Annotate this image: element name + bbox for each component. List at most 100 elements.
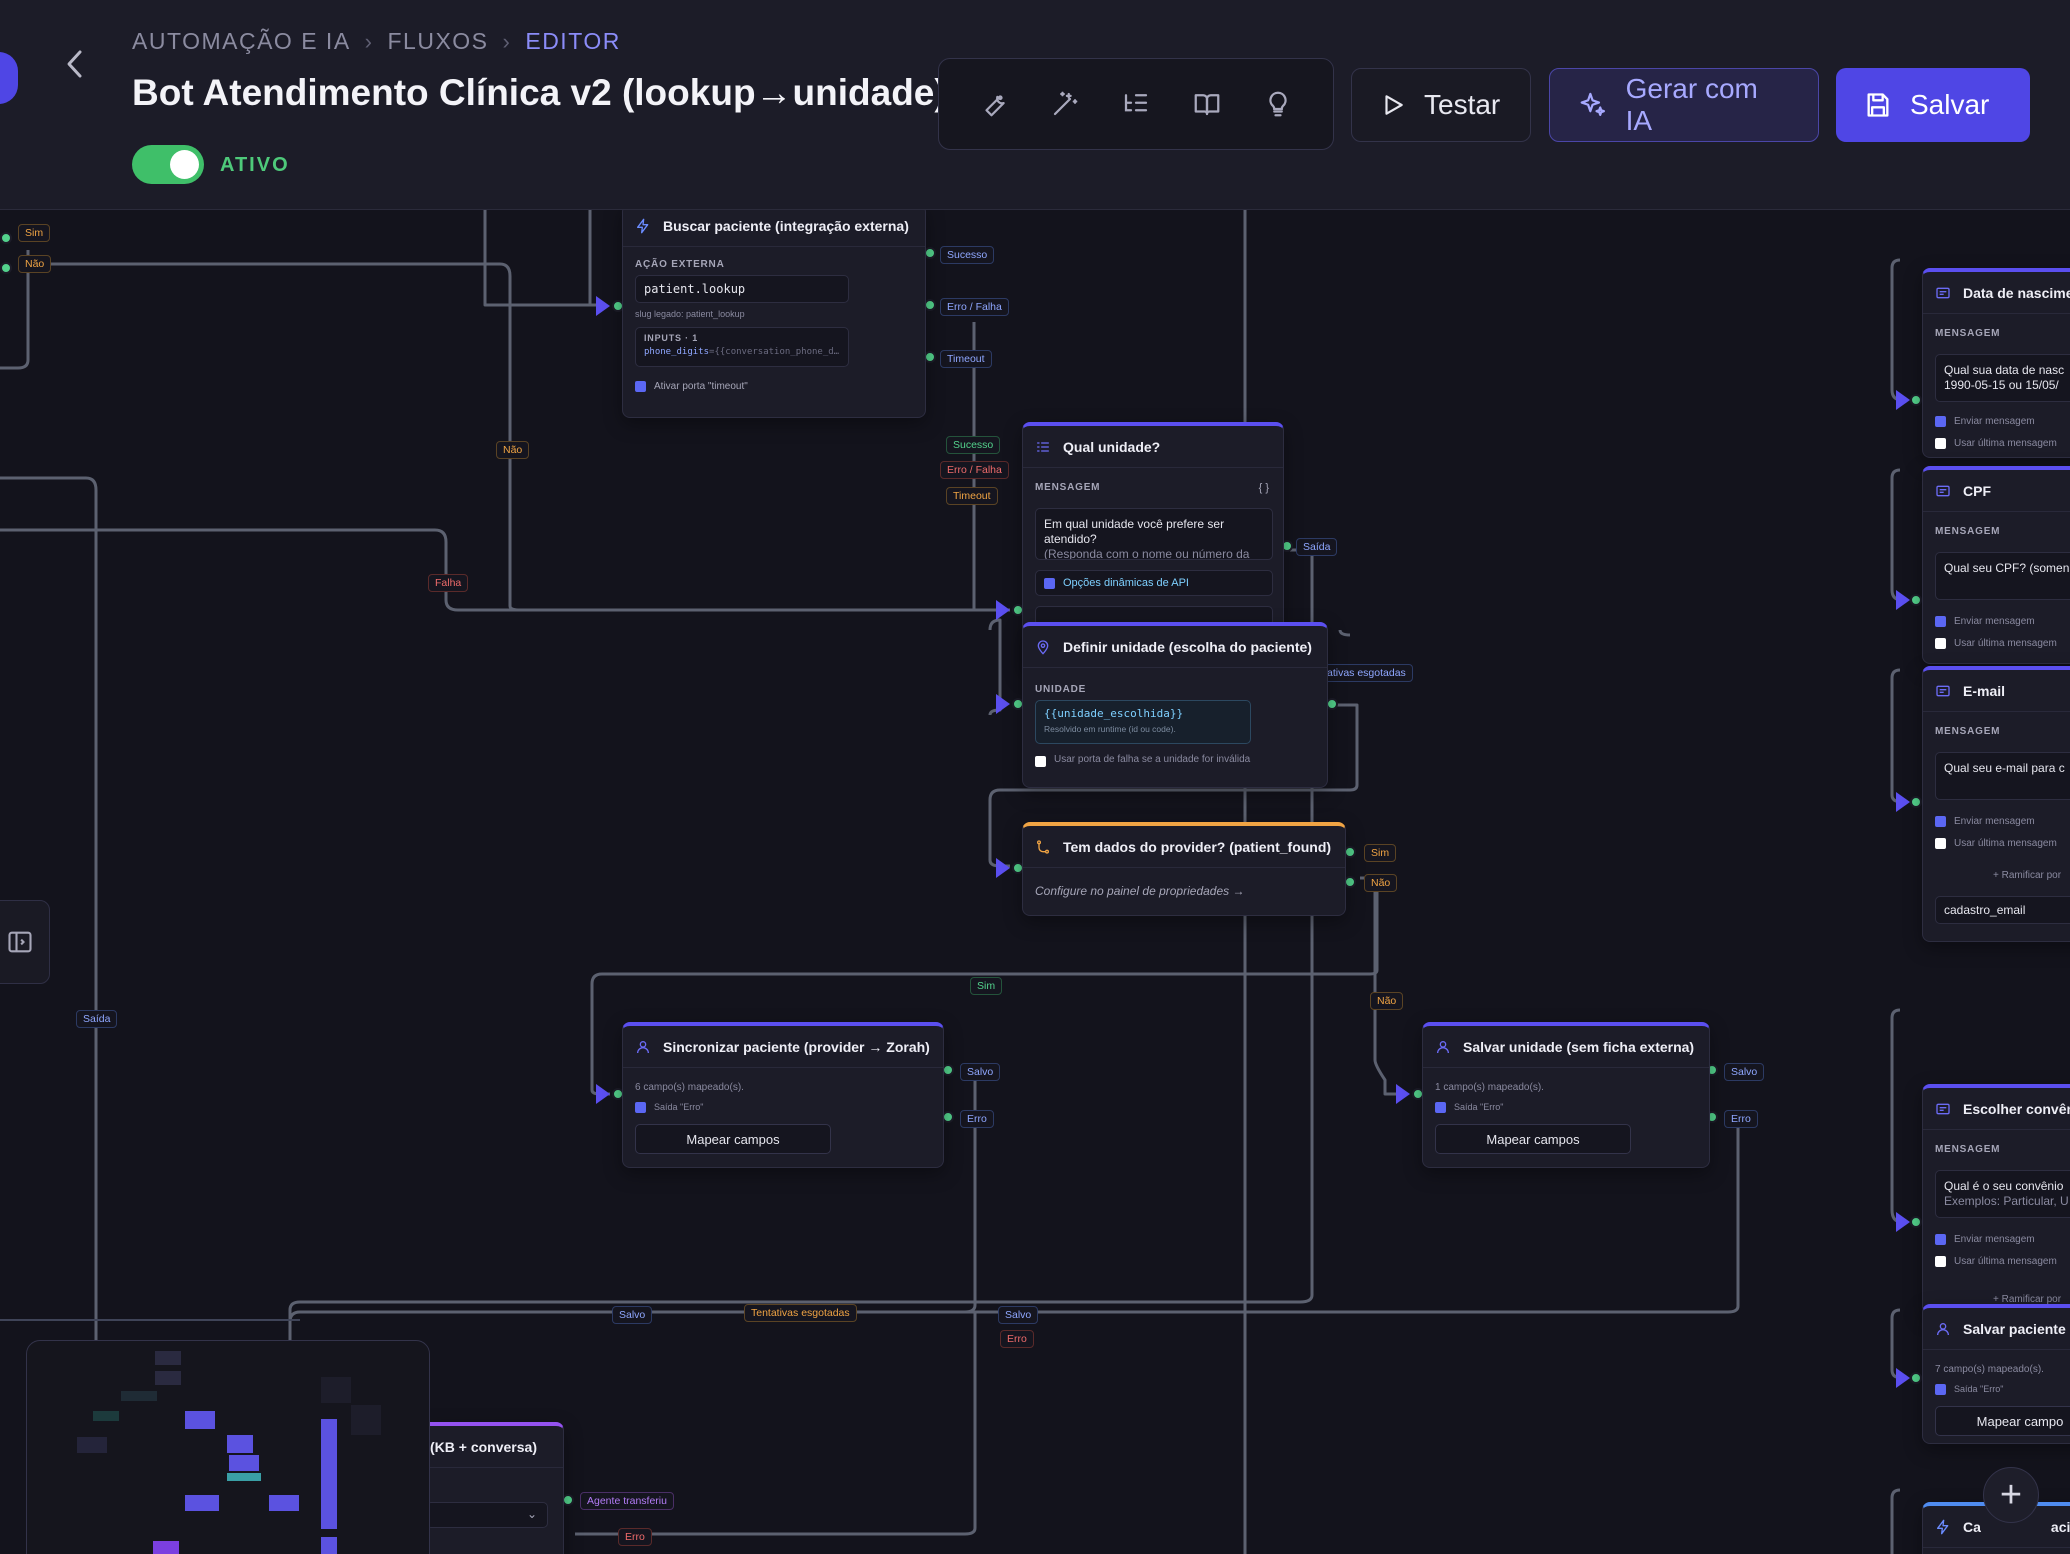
node-cpf[interactable]: CPF MENSAGEM Qual seu CPF? (somen Enviar… [1922,466,2070,664]
map-fields-button[interactable]: Mapear campo [1935,1406,2070,1436]
node-salvar-unidade[interactable]: Salvar unidade (sem ficha externa) 1 cam… [1422,1022,1710,1168]
edge-label-erro: Erro [1724,1110,1758,1128]
minimap-node [77,1437,107,1453]
unit-field[interactable]: {{unidade_escolhida}} Resolvido em runti… [1035,700,1251,744]
mapped-count: 7 campo(s) mapeado(s). [1935,1364,2044,1375]
node-title: Tem dados do provider? (patient_found) [1063,838,1332,855]
node-definir-unidade[interactable]: Definir unidade (escolha do paciente) UN… [1022,622,1328,788]
zoom-in-button[interactable]: + [1983,1467,2039,1523]
message-field[interactable]: Qual sua data de nasc 1990-05-15 ou 15/05… [1935,354,2070,402]
checkbox-checked-icon [1435,1102,1446,1114]
edge-label-timeout: Timeout [940,350,992,368]
edge-label-nao: Não [1364,874,1398,892]
node-title: Definir unidade (escolha do paciente) [1063,638,1312,655]
breadcrumb-item[interactable]: AUTOMAÇÃO E IA [132,28,351,55]
checkbox-unchecked-icon [1935,838,1946,849]
node-header: Salvar unidade (sem ficha externa) [1423,1026,1709,1068]
edge-label-agente: Agente transferiu [580,1492,674,1510]
input-port[interactable] [1910,1216,1922,1228]
minimap-node [153,1541,179,1554]
input-port[interactable] [1910,594,1922,606]
node-salvar-paciente[interactable]: Salvar paciente 7 campo(s) mapeado(s). S… [1922,1304,2070,1444]
node-sincronizar-paciente[interactable]: Sincronizar paciente (provider → Zorah) … [622,1022,944,1168]
play-icon [1385,95,1403,115]
generate-ai-label: Gerar com IA [1625,73,1758,136]
node-title: Qual unidade? [1063,438,1161,455]
node-escolher-convenio[interactable]: Escolher convên MENSAGEM Qual é o seu co… [1922,1084,2070,1314]
active-toggle[interactable] [132,145,204,184]
variables-icon[interactable]: { } [1259,482,1269,494]
magic-wand-icon[interactable] [1043,82,1087,126]
save-button-label: Salvar [1910,89,1990,120]
last-message-checkbox[interactable]: Usar última mensagem [1935,638,2057,649]
message-icon [1936,685,1950,696]
properties-hint[interactable]: Configure no painel de propriedades → [1035,884,1244,898]
minimap-node [227,1473,261,1481]
send-message-checkbox[interactable]: Enviar mensagem [1935,816,2035,827]
variable-field[interactable]: cadastro_email [1935,896,2070,924]
branch-by-link[interactable]: + Ramificar por [1993,870,2061,881]
select-field[interactable]: ⌄ [426,1502,548,1528]
book-icon[interactable] [1185,82,1229,126]
last-message-checkbox[interactable]: Usar última mensagem [1935,438,2057,449]
message-field[interactable]: Qual é o seu convênio Exemplos: Particula… [1935,1170,2070,1218]
port[interactable] [0,262,12,274]
back-button[interactable] [60,46,90,82]
node-tem-dados[interactable]: Tem dados do provider? (patient_found) C… [1022,822,1346,916]
flow-canvas[interactable]: Sim Não Não Falha Saída Sucesso Erro / F… [0,210,2070,1554]
message-field[interactable]: Qual seu CPF? (somen [1935,552,2070,600]
action-field[interactable]: patient.lookup [635,275,849,303]
input-port[interactable] [1910,796,1922,808]
error-output-checkbox[interactable]: Saída "Erro" [1435,1102,1503,1114]
node-title: CPF [1963,482,1991,499]
message-field[interactable]: Em qual unidade você prefere ser atendid… [1035,508,1273,560]
minimap[interactable] [26,1340,430,1554]
inputs-box[interactable]: INPUTS · 1 phone_digits={{conversation_p… [635,327,849,367]
message-icon [1936,485,1950,496]
last-message-checkbox[interactable]: Usar última mensagem [1935,838,2057,849]
timeout-checkbox[interactable]: Ativar porta "timeout" [635,381,748,392]
api-options-checkbox[interactable]: Opções dinâmicas de API [1035,570,1273,596]
panel-toggle-button[interactable] [0,900,50,984]
chevron-right-icon: › [502,28,512,54]
node-email[interactable]: E-mail MENSAGEM Qual seu e-mail para c E… [1922,666,2070,942]
node-data-nascimento[interactable]: Data de nascime MENSAGEM Qual sua data d… [1922,268,2070,458]
last-message-checkbox[interactable]: Usar última mensagem [1935,1256,2057,1267]
field-label: MENSAGEM [1935,328,2001,339]
checkbox-checked-icon [635,381,646,392]
error-output-checkbox[interactable]: Saída "Erro" [1935,1384,2003,1396]
send-message-checkbox[interactable]: Enviar mensagem [1935,616,2035,627]
send-message-checkbox[interactable]: Enviar mensagem [1935,416,2035,427]
wrench-icon[interactable] [972,82,1016,126]
node-title: Buscar paciente (integração externa) [663,217,909,234]
message-field[interactable]: Qual seu e-mail para c [1935,752,2070,800]
save-button[interactable]: Salvar [1836,68,2030,142]
lightbulb-icon[interactable] [1256,82,1300,126]
sidebar-avatar[interactable] [0,52,18,104]
test-button[interactable]: Testar [1351,68,1531,142]
edge-label-saida: Saída [1296,538,1338,556]
send-message-checkbox[interactable]: Enviar mensagem [1935,1234,2035,1245]
minimap-node [155,1351,181,1365]
map-fields-button[interactable]: Mapear campos [635,1124,831,1154]
minimap-node [155,1371,181,1385]
node-buscar-paciente[interactable]: Buscar paciente (integração externa) AÇÃ… [622,210,926,418]
port[interactable] [0,232,12,244]
input-port[interactable] [1910,394,1922,406]
list-tree-icon[interactable] [1114,82,1158,126]
error-output-checkbox[interactable]: Saída "Erro" [635,1102,703,1114]
input-port[interactable] [1910,1372,1922,1384]
field-label: MENSAGEM [1035,482,1101,493]
map-fields-button[interactable]: Mapear campos [1435,1124,1631,1154]
minimap-node [93,1411,119,1421]
edge-label-sim: Sim [18,224,51,242]
input-arrow [1896,1368,1910,1388]
minimap-node [185,1411,215,1429]
node-kb-conversa[interactable]: (KB + conversa) ⌄ [426,1422,564,1554]
generate-ai-button[interactable]: Gerar com IA [1549,68,1819,142]
fail-port-checkbox[interactable]: Usar porta de falha se a unidade for inv… [1035,754,1265,767]
checkbox-unchecked-icon [1935,438,1946,449]
breadcrumb-item[interactable]: FLUXOS [388,28,489,55]
node-header: (KB + conversa) [426,1426,563,1468]
node-header: E-mail [1923,670,2070,712]
